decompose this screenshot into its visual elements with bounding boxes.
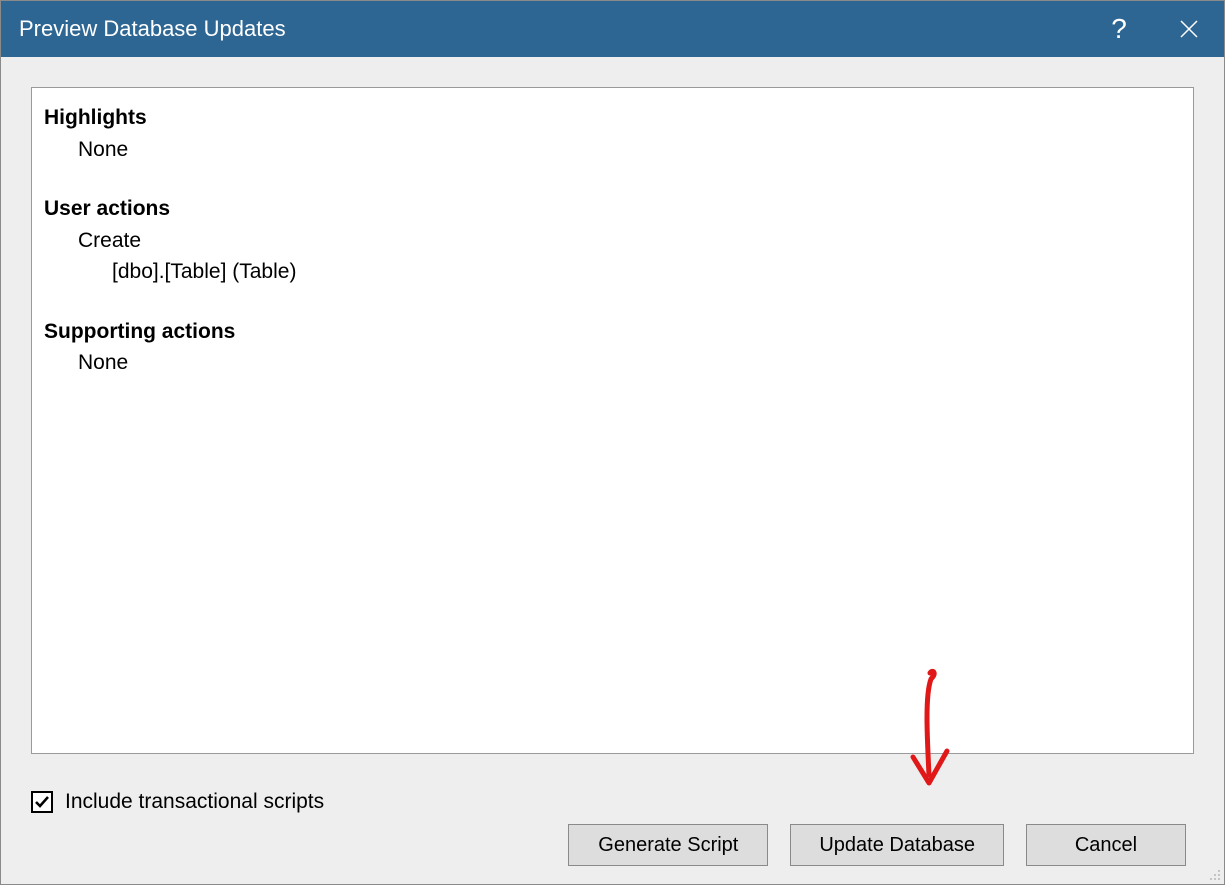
cancel-button[interactable]: Cancel bbox=[1026, 824, 1186, 866]
highlights-heading: Highlights bbox=[44, 102, 1181, 134]
titlebar-controls: ? bbox=[1084, 1, 1224, 57]
preview-content: Highlights None User actions Create [dbo… bbox=[31, 87, 1194, 754]
update-database-button[interactable]: Update Database bbox=[790, 824, 1004, 866]
footer-row: Include transactional scripts bbox=[31, 790, 1194, 814]
dialog-body: Highlights None User actions Create [dbo… bbox=[1, 57, 1224, 884]
button-row: Generate Script Update Database Cancel bbox=[31, 824, 1194, 866]
close-icon[interactable] bbox=[1154, 1, 1224, 57]
titlebar: Preview Database Updates ? bbox=[1, 1, 1224, 57]
highlights-value: None bbox=[44, 134, 1181, 166]
window-title: Preview Database Updates bbox=[19, 16, 1084, 42]
supporting-actions-value: None bbox=[44, 347, 1181, 379]
dialog-window: Preview Database Updates ? Highlights No… bbox=[0, 0, 1225, 885]
user-action-type: Create bbox=[44, 225, 1181, 257]
user-action-item: [dbo].[Table] (Table) bbox=[44, 256, 1181, 288]
generate-script-button[interactable]: Generate Script bbox=[568, 824, 768, 866]
include-transactional-checkbox-row: Include transactional scripts bbox=[31, 790, 324, 814]
user-actions-heading: User actions bbox=[44, 193, 1181, 225]
include-transactional-checkbox[interactable] bbox=[31, 791, 53, 813]
include-transactional-label: Include transactional scripts bbox=[65, 790, 324, 814]
supporting-actions-heading: Supporting actions bbox=[44, 316, 1181, 348]
help-icon[interactable]: ? bbox=[1084, 1, 1154, 57]
resize-grip-icon[interactable] bbox=[1205, 865, 1221, 881]
